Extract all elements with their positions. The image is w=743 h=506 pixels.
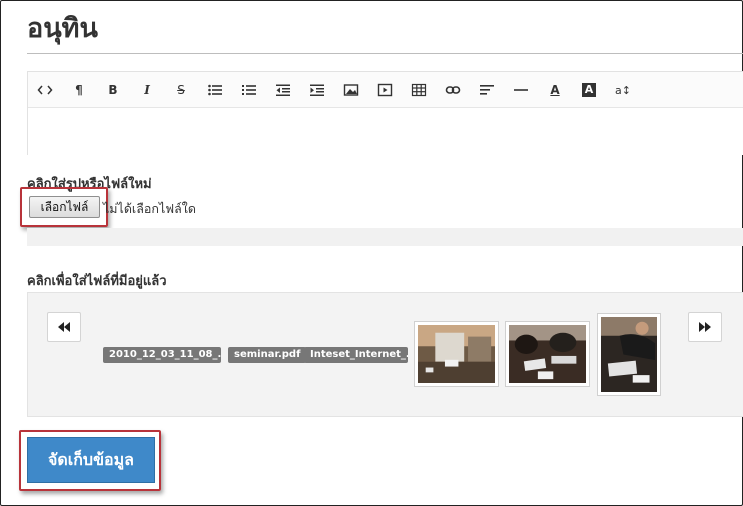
align-icon[interactable] <box>476 79 498 101</box>
image-thumbnail[interactable] <box>505 321 590 387</box>
photo-thumbnail-image <box>418 325 495 383</box>
file-chip[interactable]: 2010_12_03_11_08_... <box>103 347 221 363</box>
indent-icon[interactable] <box>306 79 328 101</box>
table-icon[interactable] <box>408 79 430 101</box>
ordered-list-icon[interactable] <box>238 79 260 101</box>
gallery-prev-button[interactable] <box>47 312 81 342</box>
strikethrough-icon[interactable]: S <box>170 79 192 101</box>
code-view-icon[interactable] <box>34 79 56 101</box>
double-chevron-left-icon <box>58 322 70 332</box>
font-size-icon[interactable]: a↕ <box>612 79 634 101</box>
title-divider <box>27 53 743 54</box>
file-status-text: ไม่ได้เลือกไฟล์ใด <box>103 201 196 216</box>
gallery-next-button[interactable] <box>688 312 722 342</box>
italic-icon[interactable]: I <box>136 79 158 101</box>
choose-file-button[interactable]: เลือกไฟล์ <box>29 196 100 218</box>
photo-thumbnail-image <box>601 317 657 392</box>
video-icon[interactable] <box>374 79 396 101</box>
background-color-icon[interactable]: A <box>578 79 600 101</box>
paragraph-icon[interactable]: ¶ <box>68 79 90 101</box>
outdent-icon[interactable] <box>272 79 294 101</box>
image-icon[interactable] <box>340 79 362 101</box>
editor-toolbar: ¶ B I S A A a↕ <box>28 72 743 108</box>
existing-files-label: คลิกเพื่อใส่ไฟล์ที่มีอยู่แล้ว <box>27 274 167 289</box>
image-thumbnail[interactable] <box>414 321 499 387</box>
link-icon[interactable] <box>442 79 464 101</box>
double-chevron-right-icon <box>699 322 711 332</box>
photo-thumbnail-image <box>509 325 586 383</box>
font-color-icon[interactable]: A <box>544 79 566 101</box>
page-title: อนุทิน <box>27 13 98 44</box>
horizontal-rule-icon[interactable] <box>510 79 532 101</box>
file-chip[interactable]: seminar.pdf <box>228 347 307 363</box>
upload-preview-strip <box>27 228 743 246</box>
unordered-list-icon[interactable] <box>204 79 226 101</box>
rich-text-editor: ¶ B I S A A a↕ <box>27 71 743 155</box>
editor-content-area[interactable] <box>28 108 743 155</box>
image-thumbnail[interactable] <box>597 313 661 396</box>
save-button[interactable]: จัดเก็บข้อมูล <box>27 437 155 483</box>
bold-icon[interactable]: B <box>102 79 124 101</box>
file-chip[interactable]: Inteset_Internet_... <box>304 347 408 363</box>
